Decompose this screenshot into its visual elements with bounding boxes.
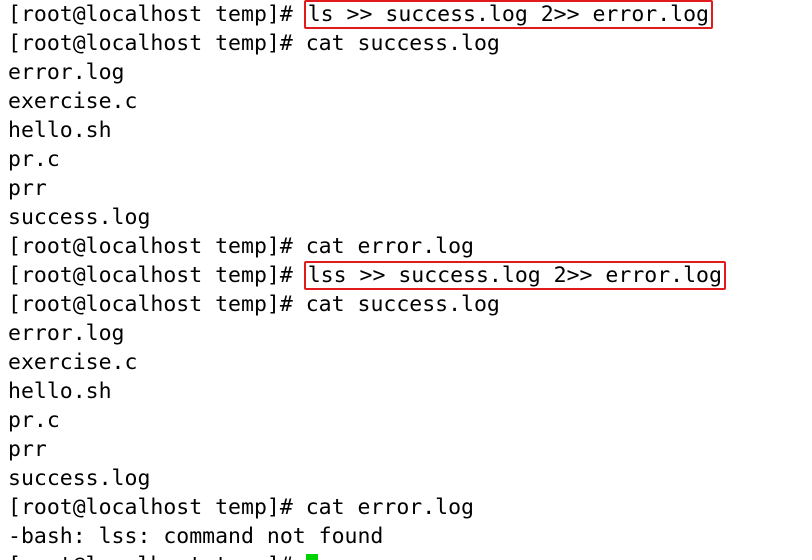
terminal-line: success.log	[8, 464, 804, 493]
terminal-line: [root@localhost temp]# cat error.log	[8, 493, 804, 522]
output-text: hello.sh	[8, 118, 112, 143]
output-text: prr	[8, 437, 47, 462]
terminal-line: exercise.c	[8, 348, 804, 377]
shell-prompt: [root@localhost temp]#	[8, 31, 306, 56]
terminal-line: pr.c	[8, 406, 804, 435]
shell-prompt: [root@localhost temp]#	[8, 292, 306, 317]
terminal[interactable]: [root@localhost temp]# ls >> success.log…	[0, 0, 812, 560]
terminal-line: prr	[8, 174, 804, 203]
output-text: error.log	[8, 321, 125, 346]
terminal-line: [root@localhost temp]# ls >> success.log…	[8, 0, 804, 29]
command: cat success.log	[306, 31, 500, 56]
terminal-line: error.log	[8, 58, 804, 87]
cursor	[306, 554, 318, 560]
command: cat success.log	[306, 292, 500, 317]
command-highlighted: lss >> success.log 2>> error.log	[304, 261, 726, 290]
output-text: success.log	[8, 205, 150, 230]
terminal-line: [root@localhost temp]# cat error.log	[8, 232, 804, 261]
output-text: pr.c	[8, 147, 60, 172]
command-highlighted: ls >> success.log 2>> error.log	[304, 0, 713, 29]
terminal-line: [root@localhost temp]# cat success.log	[8, 29, 804, 58]
shell-prompt: [root@localhost temp]#	[8, 495, 306, 520]
command: cat error.log	[306, 495, 474, 520]
terminal-line: success.log	[8, 203, 804, 232]
output-text: error.log	[8, 60, 125, 85]
shell-prompt: [root@localhost temp]#	[8, 553, 306, 560]
terminal-line: exercise.c	[8, 87, 804, 116]
terminal-line: pr.c	[8, 145, 804, 174]
terminal-line: [root@localhost temp]# cat success.log	[8, 290, 804, 319]
terminal-line: [root@localhost temp]#	[8, 551, 804, 560]
output-text: success.log	[8, 466, 150, 491]
shell-prompt: [root@localhost temp]#	[8, 263, 306, 288]
terminal-line: hello.sh	[8, 377, 804, 406]
terminal-line: error.log	[8, 319, 804, 348]
terminal-line: [root@localhost temp]# lss >> success.lo…	[8, 261, 804, 290]
terminal-line: prr	[8, 435, 804, 464]
output-text: -bash: lss: command not found	[8, 524, 383, 549]
output-text: prr	[8, 176, 47, 201]
output-text: exercise.c	[8, 89, 137, 114]
terminal-line: hello.sh	[8, 116, 804, 145]
terminal-line: -bash: lss: command not found	[8, 522, 804, 551]
output-text: pr.c	[8, 408, 60, 433]
command: cat error.log	[306, 234, 474, 259]
shell-prompt: [root@localhost temp]#	[8, 2, 306, 27]
output-text: hello.sh	[8, 379, 112, 404]
output-text: exercise.c	[8, 350, 137, 375]
shell-prompt: [root@localhost temp]#	[8, 234, 306, 259]
